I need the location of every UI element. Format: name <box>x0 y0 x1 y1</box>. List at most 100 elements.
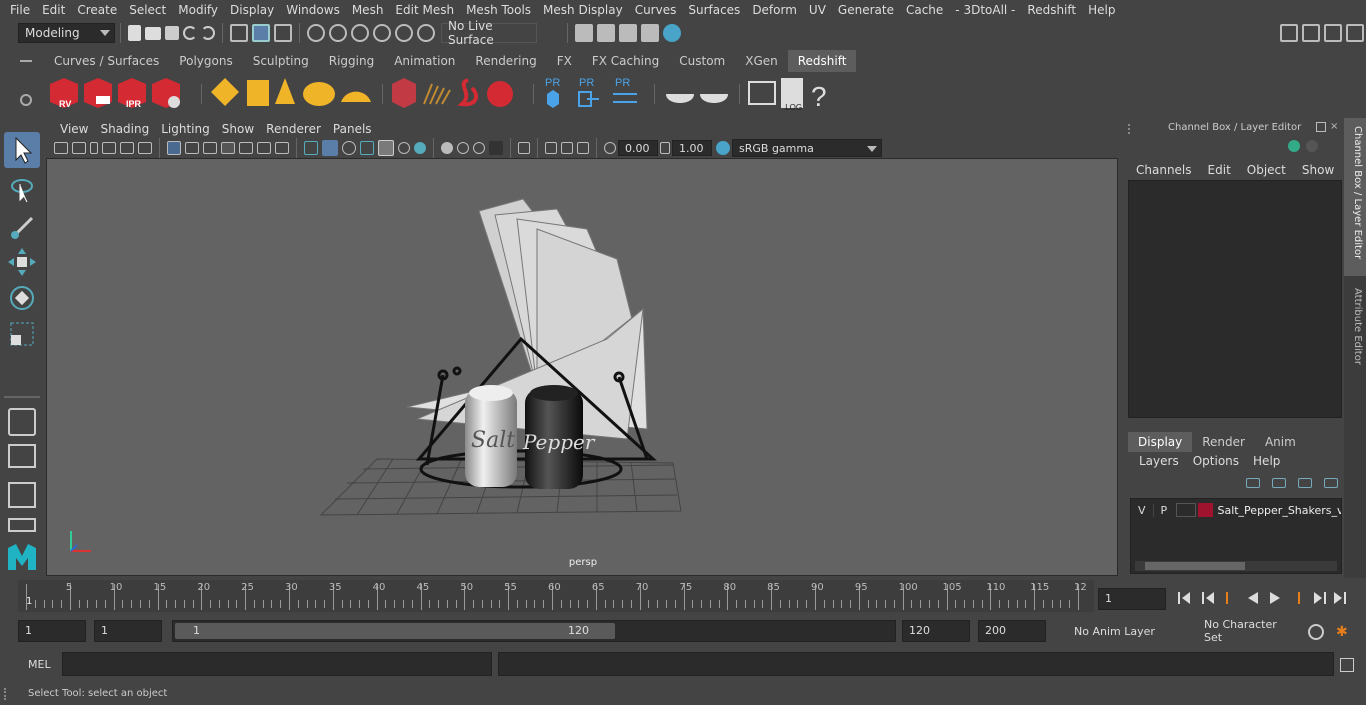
go-to-end-icon[interactable] <box>1334 592 1346 604</box>
graph-layout-icon[interactable] <box>8 518 36 532</box>
viewport-menu-lighting[interactable]: Lighting <box>155 122 216 136</box>
toggle-channel-box-icon[interactable] <box>1302 24 1320 42</box>
move-layer-down-icon[interactable] <box>1272 478 1286 488</box>
xray-joints-icon[interactable] <box>561 142 573 154</box>
xray-icon[interactable] <box>545 142 557 154</box>
resolution-gate-icon[interactable] <box>203 142 217 154</box>
default-material-icon[interactable] <box>342 141 356 155</box>
spot-light-icon[interactable] <box>275 78 295 104</box>
rotate-tool-button[interactable] <box>6 282 38 314</box>
motion-blur-icon[interactable] <box>457 142 469 154</box>
menu-generate[interactable]: Generate <box>832 0 900 20</box>
shelf-menu-icon[interactable] <box>20 60 32 62</box>
render-settings-icon[interactable] <box>641 24 659 42</box>
gate-mask-icon[interactable] <box>221 142 235 154</box>
snap-surface-icon[interactable] <box>417 24 435 42</box>
playback-end-field[interactable]: 120 <box>902 620 970 642</box>
shelf-tab-animation[interactable]: Animation <box>384 50 465 72</box>
scale-tool-button[interactable] <box>6 318 38 350</box>
colorspace-dropdown[interactable]: sRGB gamma <box>732 139 882 157</box>
new-scene-icon[interactable] <box>128 25 141 41</box>
2d-pan-zoom-icon[interactable] <box>120 142 134 154</box>
menu-modify[interactable]: Modify <box>172 0 224 20</box>
tab-channel-box[interactable]: Channel Box / Layer Editor <box>1344 118 1366 276</box>
lights-icon[interactable] <box>398 142 410 154</box>
grease-pencil-icon[interactable] <box>138 142 152 154</box>
shelf-tab-custom[interactable]: Custom <box>669 50 735 72</box>
menu-mesh-display[interactable]: Mesh Display <box>537 0 629 20</box>
redo-icon[interactable] <box>201 26 215 40</box>
step-back-key-icon[interactable] <box>1202 592 1214 604</box>
shelf-tab-fx-caching[interactable]: FX Caching <box>582 50 669 72</box>
menu-edit-mesh[interactable]: Edit Mesh <box>389 0 460 20</box>
snap-live-icon[interactable] <box>395 24 413 42</box>
animation-start-field[interactable]: 1 <box>18 620 86 642</box>
snap-grid-icon[interactable] <box>307 24 325 42</box>
redshift-ipr-icon[interactable]: IPR <box>118 78 146 109</box>
menu-windows[interactable]: Windows <box>280 0 346 20</box>
help-icon[interactable]: ? <box>811 81 827 112</box>
shelf-tab-xgen[interactable]: XGen <box>735 50 788 72</box>
layer-display-type[interactable] <box>1176 503 1196 517</box>
material-bowl-icon[interactable] <box>666 94 694 103</box>
animation-end-field[interactable]: 200 <box>978 620 1046 642</box>
range-slider-handle[interactable]: 1 120 <box>175 623 615 639</box>
script-editor-icon[interactable] <box>1340 658 1354 672</box>
auto-key-icon[interactable] <box>1308 624 1324 640</box>
layer-playback-toggle[interactable]: P <box>1152 503 1175 517</box>
menu-cache[interactable]: Cache <box>900 0 949 20</box>
ambient-occlusion-icon[interactable] <box>441 142 453 154</box>
select-by-object-icon[interactable] <box>252 24 270 42</box>
menu-deform[interactable]: Deform <box>746 0 803 20</box>
toggle-attribute-editor-icon[interactable] <box>1324 24 1342 42</box>
shadows-icon[interactable] <box>414 142 426 154</box>
channel-box-menu-channels[interactable]: Channels <box>1128 163 1200 177</box>
smooth-shade-icon[interactable] <box>322 140 338 156</box>
close-icon[interactable]: × <box>1330 122 1340 132</box>
channel-box-tool-2-icon[interactable] <box>1306 140 1318 152</box>
menu-mesh[interactable]: Mesh <box>346 0 390 20</box>
menu-create[interactable]: Create <box>71 0 123 20</box>
layer-menu-layers[interactable]: Layers <box>1132 454 1186 472</box>
live-surface-field[interactable]: No Live Surface <box>441 19 537 47</box>
animation-preferences-icon[interactable]: ✱ <box>1336 624 1352 640</box>
menu-curves[interactable]: Curves <box>629 0 683 20</box>
shelf-tab-polygons[interactable]: Polygons <box>169 50 242 72</box>
scrollbar-thumb[interactable] <box>1145 562 1245 570</box>
proxy-icon[interactable] <box>392 78 416 108</box>
bookmark-icon[interactable] <box>90 142 98 154</box>
exposure-field[interactable]: 0.00 <box>618 140 658 156</box>
menu-help[interactable]: Help <box>1082 0 1121 20</box>
hypershade-icon[interactable] <box>663 24 681 42</box>
menu-3dtoall[interactable]: - 3DtoAll - <box>949 0 1021 20</box>
viewport-menu-shading[interactable]: Shading <box>94 122 155 136</box>
pr-swap-icon[interactable] <box>613 93 637 103</box>
field-chart-icon[interactable] <box>239 142 253 154</box>
channel-box-tool-icon[interactable] <box>1288 140 1300 152</box>
material-bowl-2-icon[interactable] <box>700 94 728 103</box>
toggle-tool-settings-icon[interactable] <box>1346 24 1364 42</box>
redshift-render-view-icon[interactable]: RV <box>50 78 78 109</box>
snap-point-icon[interactable] <box>351 24 369 42</box>
layer-visibility-toggle[interactable]: V <box>1131 504 1153 517</box>
physical-light-icon[interactable] <box>247 80 269 106</box>
play-backward-icon[interactable] <box>1248 592 1258 604</box>
single-perspective-layout-icon[interactable] <box>8 408 36 436</box>
viewport-menu-renderer[interactable]: Renderer <box>260 122 327 136</box>
menu-redshift[interactable]: Redshift <box>1021 0 1082 20</box>
pr-object-icon[interactable] <box>547 90 559 108</box>
go-to-start-icon[interactable] <box>1178 592 1190 604</box>
render-frame-icon[interactable] <box>597 24 615 42</box>
character-set-dropdown[interactable]: No Character Set <box>1180 618 1300 644</box>
channel-box-menu-edit[interactable]: Edit <box>1200 163 1239 177</box>
anim-layer-dropdown[interactable]: No Anim Layer <box>1050 620 1170 642</box>
play-forward-icon[interactable] <box>1270 592 1280 604</box>
layer-scrollbar[interactable] <box>1135 561 1337 571</box>
layer-tab-anim[interactable]: Anim <box>1255 432 1306 452</box>
command-input[interactable] <box>62 652 492 676</box>
xray-active-icon[interactable] <box>577 142 589 154</box>
depth-of-field-icon[interactable] <box>489 141 503 155</box>
menu-surfaces[interactable]: Surfaces <box>682 0 746 20</box>
four-view-layout-icon[interactable] <box>8 444 36 468</box>
layer-color-swatch[interactable] <box>1197 503 1214 517</box>
